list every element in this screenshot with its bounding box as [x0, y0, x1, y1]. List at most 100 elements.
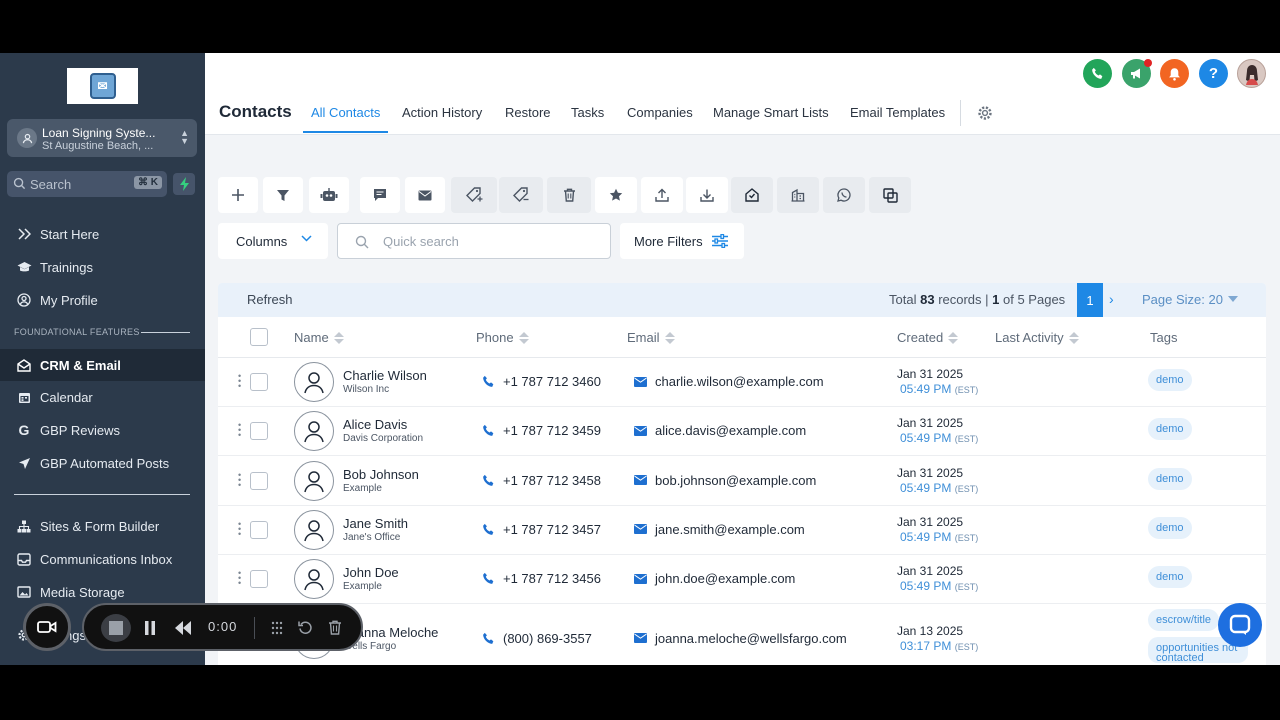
contact-phone[interactable]: (800) 869-3557 — [482, 631, 592, 646]
tag-badge[interactable]: demo — [1148, 418, 1192, 441]
merge-button[interactable] — [869, 177, 911, 213]
stop-recording-button[interactable] — [101, 614, 131, 642]
sidebar-item-crm-email[interactable]: CRM & Email — [0, 349, 205, 381]
column-header-name[interactable]: Name — [294, 330, 344, 345]
tab-action-history[interactable]: Action History — [402, 105, 482, 120]
phone-icon[interactable] — [1083, 59, 1112, 88]
sidebar-item-communications-inbox[interactable]: Communications Inbox — [0, 544, 205, 574]
columns-dropdown[interactable]: Columns — [218, 223, 328, 259]
contact-email[interactable]: jane.smith@example.com — [634, 522, 805, 537]
tab-manage-smart-lists[interactable]: Manage Smart Lists — [713, 105, 829, 120]
whatsapp-button[interactable] — [823, 177, 865, 213]
sidebar-search[interactable]: Search ⌘ K — [7, 171, 167, 197]
contact-phone[interactable]: +1 787 712 3457 — [482, 522, 601, 537]
table-row[interactable]: •••Joanna MelocheWells Fargo(800) 869-35… — [218, 605, 1266, 666]
sidebar-item-start-here[interactable]: Start Here — [0, 219, 205, 249]
megaphone-icon[interactable] — [1122, 59, 1152, 88]
sidebar-item-gbp-reviews[interactable]: G GBP Reviews — [0, 415, 205, 445]
tag-badge[interactable]: escrow/title — [1148, 608, 1220, 631]
help-icon[interactable]: ? — [1199, 59, 1228, 88]
camera-toggle-button[interactable] — [23, 603, 71, 651]
add-tag-button[interactable] — [451, 177, 497, 213]
rewind-icon[interactable] — [174, 621, 192, 635]
company-logo[interactable]: ✉ — [67, 68, 138, 104]
table-row[interactable]: • • • Charlie Wilson Wilson Inc +1 787 712 34… — [218, 358, 1266, 407]
favorite-button[interactable] — [595, 177, 637, 213]
contact-name[interactable]: Jane Smith — [343, 516, 408, 531]
table-row[interactable]: • • • Jane Smith Jane's Office +1 787 712 345… — [218, 506, 1266, 555]
contact-name[interactable]: Bob Johnson — [343, 467, 419, 482]
table-row[interactable]: • • • Bob Johnson Example +1 787 712 3458 bob.… — [218, 457, 1266, 506]
sidebar-item-calendar[interactable]: Calendar — [0, 382, 205, 412]
contact-email[interactable]: charlie.wilson@example.com — [634, 374, 824, 389]
contact-email[interactable]: alice.davis@example.com — [634, 423, 806, 438]
page-size-select[interactable]: Page Size: 20 — [1142, 292, 1223, 307]
page-1-button[interactable]: 1 — [1077, 283, 1103, 317]
contact-name[interactable]: Charlie Wilson — [343, 368, 427, 383]
row-checkbox[interactable] — [250, 570, 268, 589]
contact-name[interactable]: John Doe — [343, 565, 399, 580]
contact-phone[interactable]: +1 787 712 3459 — [482, 423, 601, 438]
tag-badge[interactable]: demo — [1148, 566, 1192, 589]
chat-widget-button[interactable] — [1218, 603, 1262, 647]
tag-badge[interactable]: demo — [1148, 369, 1192, 391]
caret-down-icon[interactable] — [1228, 296, 1238, 302]
location-switcher[interactable]: Loan Signing Syste... St Augustine Beach… — [7, 119, 197, 157]
grip-icon[interactable] — [270, 621, 284, 635]
contact-email[interactable]: john.doe@example.com — [634, 571, 795, 586]
add-contact-button[interactable] — [218, 177, 258, 213]
automation-button[interactable] — [309, 177, 349, 213]
tab-tasks[interactable]: Tasks — [571, 105, 604, 120]
select-all-checkbox[interactable] — [250, 328, 268, 346]
contact-phone[interactable]: +1 787 712 3456 — [482, 571, 601, 586]
tab-email-templates[interactable]: Email Templates — [850, 105, 945, 120]
contact-phone[interactable]: +1 787 712 3460 — [482, 374, 601, 389]
refresh-button[interactable]: Refresh — [247, 292, 293, 307]
column-header-created[interactable]: Created — [897, 330, 959, 345]
tag-badge[interactable]: demo — [1148, 467, 1192, 490]
drag-handle-icon[interactable]: ••• — [238, 519, 242, 538]
restart-icon[interactable] — [298, 620, 313, 635]
contact-phone[interactable]: +1 787 712 3458 — [482, 473, 601, 488]
row-checkbox[interactable] — [250, 422, 268, 441]
tab-all-contacts[interactable]: All Contacts — [311, 105, 380, 120]
drag-handle-icon[interactable]: ••• — [238, 372, 242, 391]
row-checkbox[interactable] — [250, 471, 268, 490]
remove-tag-button[interactable] — [499, 177, 543, 213]
bell-icon[interactable] — [1160, 59, 1189, 88]
export-button[interactable] — [641, 177, 683, 213]
quick-actions-button[interactable] — [173, 173, 195, 195]
pause-icon[interactable] — [144, 621, 156, 635]
campaign-button[interactable] — [731, 177, 773, 213]
table-row[interactable]: • • • Alice Davis Davis Corporation +1 787 71… — [218, 407, 1266, 457]
row-checkbox[interactable] — [250, 520, 268, 539]
column-header-email[interactable]: Email — [627, 330, 675, 345]
trash-icon[interactable] — [328, 620, 342, 635]
column-header-phone[interactable]: Phone — [476, 330, 529, 345]
tag-badge[interactable]: demo — [1148, 516, 1192, 539]
tab-restore[interactable]: Restore — [505, 105, 551, 120]
next-page-icon[interactable]: › — [1109, 291, 1114, 307]
tab-companies[interactable]: Companies — [627, 105, 693, 120]
settings-gear-icon[interactable] — [976, 104, 994, 127]
quick-search-input[interactable]: Quick search — [337, 223, 611, 259]
column-header-last-activity[interactable]: Last Activity — [995, 330, 1079, 345]
sidebar-item-my-profile[interactable]: My Profile — [0, 285, 205, 315]
import-button[interactable] — [686, 177, 728, 213]
sidebar-item-sites-form-builder[interactable]: Sites & Form Builder — [0, 511, 205, 541]
drag-handle-icon[interactable]: ••• — [238, 421, 242, 440]
contact-name[interactable]: Alice Davis — [343, 417, 407, 432]
table-row[interactable]: • • • John Doe Example +1 787 712 3456 john.do… — [218, 555, 1266, 605]
filter-button[interactable] — [263, 177, 303, 213]
sidebar-item-gbp-automated-posts[interactable]: GBP Automated Posts — [0, 448, 205, 478]
contact-email[interactable]: bob.johnson@example.com — [634, 473, 816, 488]
user-avatar[interactable] — [1237, 59, 1266, 88]
drag-handle-icon[interactable]: ••• — [238, 470, 242, 489]
contact-email[interactable]: joanna.meloche@wellsfargo.com — [634, 631, 847, 646]
sidebar-item-trainings[interactable]: Trainings — [0, 252, 205, 282]
send-sms-button[interactable] — [360, 177, 400, 213]
row-checkbox[interactable] — [250, 373, 268, 391]
company-button[interactable] — [777, 177, 819, 213]
delete-button[interactable] — [547, 177, 591, 213]
send-email-button[interactable] — [405, 177, 445, 213]
